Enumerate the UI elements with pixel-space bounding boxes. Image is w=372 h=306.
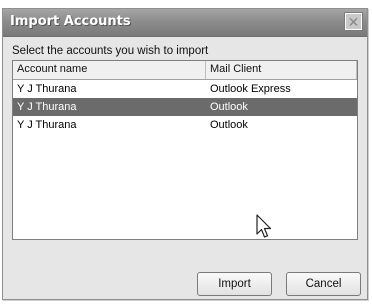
instruction-text: Select the accounts you wish to import	[12, 45, 209, 57]
list-item[interactable]: Y J Thurana Outlook Express	[13, 80, 357, 98]
title-bar[interactable]: Import Accounts ✕	[3, 9, 367, 37]
mail-client-cell: Outlook	[210, 119, 248, 131]
import-button[interactable]: Import	[197, 272, 272, 296]
close-button[interactable]: ✕	[344, 12, 363, 31]
list-item[interactable]: Y J Thurana Outlook	[13, 116, 357, 134]
account-name-cell: Y J Thurana	[17, 101, 77, 113]
column-header-mail-client[interactable]: Mail Client	[206, 61, 357, 79]
accounts-list[interactable]: Account name Mail Client Y J Thurana Out…	[12, 60, 358, 240]
cancel-button[interactable]: Cancel	[286, 272, 361, 296]
account-name-cell: Y J Thurana	[17, 83, 77, 95]
mail-client-cell: Outlook Express	[210, 83, 291, 95]
close-icon: ✕	[347, 13, 360, 30]
list-item-selected[interactable]: Y J Thurana Outlook	[13, 98, 357, 116]
account-name-cell: Y J Thurana	[17, 119, 77, 131]
mouse-pointer-icon	[256, 214, 272, 238]
mail-client-cell: Outlook	[210, 101, 248, 113]
list-header: Account name Mail Client	[13, 61, 357, 80]
column-header-account-name[interactable]: Account name	[13, 61, 206, 79]
dialog-title: Import Accounts	[10, 14, 131, 29]
